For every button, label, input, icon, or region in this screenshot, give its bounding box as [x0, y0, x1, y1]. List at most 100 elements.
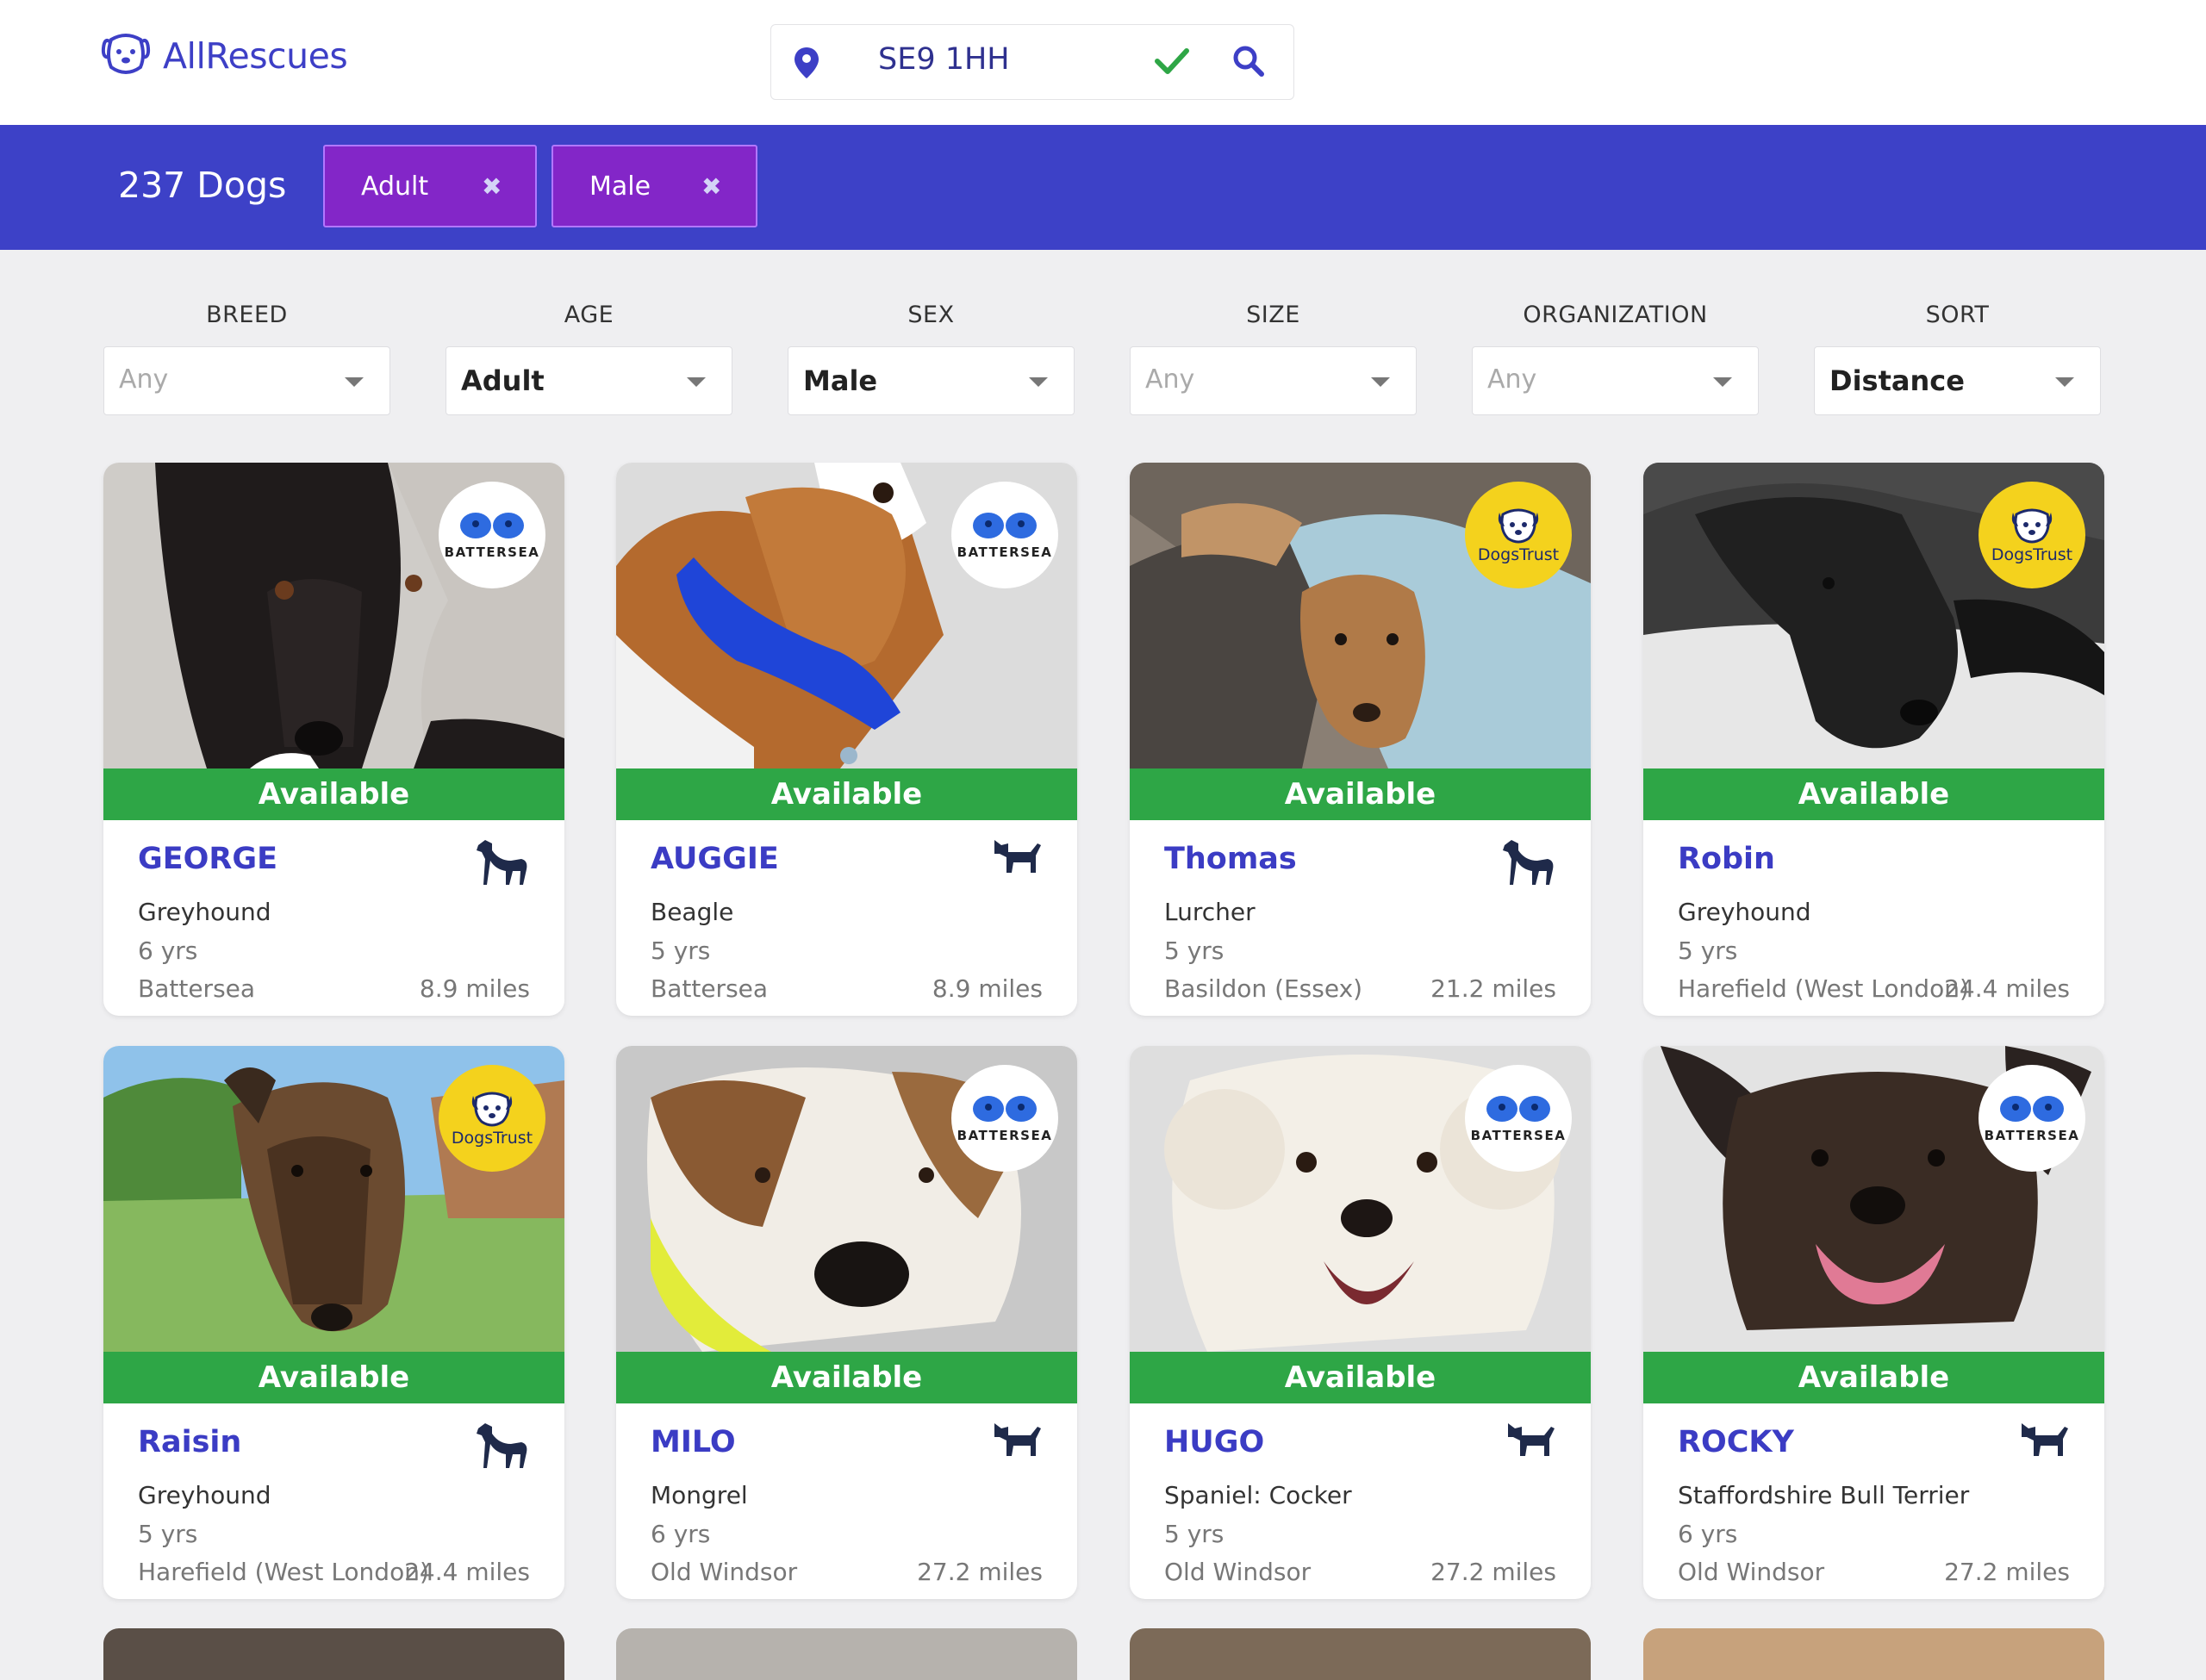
dog-name[interactable]: Thomas	[1164, 842, 1297, 876]
dog-distance: 27.2 miles	[1944, 1558, 2070, 1586]
dog-age: 5 yrs	[651, 936, 711, 965]
dog-location: Old Windsor	[1164, 1558, 1312, 1586]
remove-chip-icon[interactable]: ✖	[701, 172, 721, 201]
chevron-down-icon	[2055, 377, 2074, 387]
dog-distance: 8.9 miles	[932, 974, 1043, 1003]
dog-name[interactable]: ROCKY	[1678, 1425, 1794, 1459]
filter-label: SORT	[1925, 302, 1990, 328]
dog-name[interactable]: Raisin	[138, 1425, 241, 1459]
chip-label: Adult	[361, 171, 429, 202]
dog-card[interactable]: DogsTrust Available Robin Greyhound 5 yr…	[1643, 463, 2104, 1016]
dog-name[interactable]: Robin	[1678, 842, 1775, 876]
greyhound-icon	[1499, 835, 1558, 890]
breed-select[interactable]: Any	[103, 346, 390, 415]
dog-name[interactable]: AUGGIE	[651, 842, 779, 876]
battersea-logo-badge: BATTERSEA	[1465, 1065, 1572, 1172]
dog-breed: Greyhound	[138, 1481, 271, 1509]
checkmark-icon[interactable]	[1154, 44, 1190, 82]
dog-photo[interactable]: BATTERSEA	[1130, 1046, 1591, 1352]
badge-text: BATTERSEA	[1470, 1128, 1567, 1143]
dogs-trust-logo-badge: DogsTrust	[1979, 482, 2085, 588]
dog-card-partial[interactable]	[1643, 1628, 2104, 1680]
filter-organization: ORGANIZATION Any	[1472, 302, 1759, 415]
chip-label: Male	[589, 171, 651, 202]
filter-label: SEX	[907, 302, 955, 328]
dog-name[interactable]: GEORGE	[138, 842, 277, 876]
sort-select[interactable]: Distance	[1814, 346, 2101, 415]
status-banner: Available	[1130, 1352, 1591, 1403]
filter-sort: SORT Distance	[1814, 302, 2101, 415]
dog-breed: Mongrel	[651, 1481, 748, 1509]
filter-label: ORGANIZATION	[1523, 302, 1708, 328]
dog-breed: Greyhound	[138, 898, 271, 926]
sex-select[interactable]: Male	[788, 346, 1075, 415]
dog-photo[interactable]: BATTERSEA	[1643, 1046, 2104, 1352]
dog-photo[interactable]: BATTERSEA	[103, 463, 564, 768]
dog-card[interactable]: BATTERSEA Available MILO Mongrel 6 yrs O…	[616, 1046, 1077, 1599]
location-search-box[interactable]: SE9 1HH	[770, 24, 1294, 100]
dog-card[interactable]: BATTERSEA Available HUGO Spaniel: Cocker…	[1130, 1046, 1591, 1599]
dog-card[interactable]: BATTERSEA Available AUGGIE Beagle 5 yrs …	[616, 463, 1077, 1016]
age-select[interactable]: Adult	[446, 346, 732, 415]
dog-card[interactable]: DogsTrust Available Thomas Lurcher 5 yrs…	[1130, 463, 1591, 1016]
size-select[interactable]: Any	[1130, 346, 1417, 415]
select-value: Any	[119, 364, 169, 395]
dog-distance: 21.2 miles	[1430, 974, 1556, 1003]
dog-name[interactable]: MILO	[651, 1425, 736, 1459]
dog-breed: Beagle	[651, 898, 734, 926]
dog-age: 6 yrs	[1678, 1520, 1738, 1548]
dog-age: 5 yrs	[1164, 1520, 1225, 1548]
dog-card-partial[interactable]	[616, 1628, 1077, 1680]
dog-age: 5 yrs	[1678, 936, 1738, 965]
dog-distance: 24.4 miles	[404, 1558, 530, 1586]
filter-label: AGE	[564, 302, 614, 328]
filter-age: AGE Adult	[446, 302, 732, 415]
dog-photo[interactable]: BATTERSEA	[616, 1046, 1077, 1352]
small-dog-icon	[991, 835, 1044, 880]
dog-photo[interactable]: DogsTrust	[103, 1046, 564, 1352]
chevron-down-icon	[1029, 377, 1048, 387]
badge-text: BATTERSEA	[957, 1128, 1053, 1143]
brand-logo[interactable]: AllRescues	[101, 33, 348, 79]
filter-size: SIZE Any	[1130, 302, 1417, 415]
dog-photo[interactable]: BATTERSEA	[616, 463, 1077, 768]
status-banner: Available	[1130, 768, 1591, 820]
select-value: Adult	[461, 364, 545, 397]
dog-location: Harefield (West London)	[138, 1558, 429, 1586]
filter-chip-male[interactable]: Male ✖	[552, 145, 757, 227]
dog-card[interactable]: DogsTrust Available Raisin Greyhound 5 y…	[103, 1046, 564, 1599]
dog-card-partial[interactable]	[103, 1628, 564, 1680]
dog-face-logo-icon	[101, 33, 151, 79]
select-value: Distance	[1829, 364, 1965, 397]
dogs-trust-logo-badge: DogsTrust	[1465, 482, 1572, 588]
dog-breed: Lurcher	[1164, 898, 1256, 926]
dog-card[interactable]: BATTERSEA Available GEORGE Greyhound 6 y…	[103, 463, 564, 1016]
chevron-down-icon	[1371, 377, 1390, 387]
dog-card-partial[interactable]	[1130, 1628, 1591, 1680]
select-value: Any	[1145, 364, 1195, 395]
dog-photo[interactable]: DogsTrust	[1130, 463, 1591, 768]
dog-card[interactable]: BATTERSEA Available ROCKY Staffordshire …	[1643, 1046, 2104, 1599]
status-banner: Available	[1643, 768, 2104, 820]
status-banner: Available	[103, 768, 564, 820]
organization-select[interactable]: Any	[1472, 346, 1759, 415]
dog-name[interactable]: HUGO	[1164, 1425, 1264, 1459]
dog-age: 6 yrs	[651, 1520, 711, 1548]
battersea-logo-badge: BATTERSEA	[951, 1065, 1058, 1172]
battersea-logo-badge: BATTERSEA	[1979, 1065, 2085, 1172]
filter-sex: SEX Male	[788, 302, 1075, 415]
postcode-input[interactable]: SE9 1HH	[878, 42, 1010, 77]
dog-distance: 27.2 miles	[1430, 1558, 1556, 1586]
status-banner: Available	[103, 1352, 564, 1403]
chevron-down-icon	[345, 377, 364, 387]
results-count: 237 Dogs	[118, 165, 287, 206]
small-dog-icon	[991, 1418, 1044, 1463]
search-icon[interactable]	[1231, 44, 1266, 82]
remove-chip-icon[interactable]: ✖	[482, 172, 502, 201]
dog-distance: 24.4 miles	[1944, 974, 2070, 1003]
brand-name: AllRescues	[163, 35, 348, 77]
dog-location: Battersea	[651, 974, 769, 1003]
dog-photo[interactable]: DogsTrust	[1643, 463, 2104, 768]
filter-chip-adult[interactable]: Adult ✖	[323, 145, 537, 227]
filter-label: BREED	[206, 302, 288, 328]
